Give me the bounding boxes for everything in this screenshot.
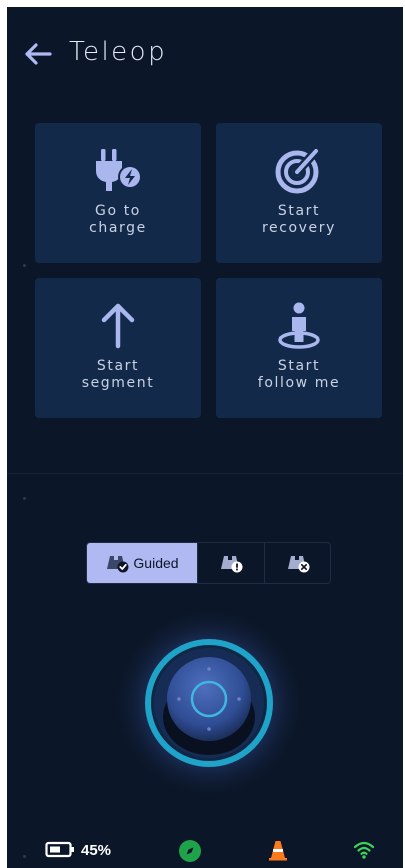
mode-guided-button[interactable]: Guided (87, 543, 198, 583)
teleop-screen: Teleop Go to charge Start recovery Start… (7, 7, 403, 868)
start-segment-button[interactable]: Start segment (35, 278, 201, 418)
mode-guided-label: Guided (133, 555, 179, 571)
plug-charge-icon (96, 149, 142, 191)
start-recovery-button[interactable]: Start recovery (216, 123, 382, 263)
mode-disabled-button[interactable] (265, 543, 330, 583)
start-follow-me-label: Start follow me (257, 358, 341, 391)
mode-selector: Guided (86, 542, 331, 584)
battery-status: 45% (45, 841, 111, 859)
decor-dot (23, 497, 26, 500)
decor-dot (23, 264, 26, 267)
page-title: Teleop (69, 37, 168, 67)
status-bar: 45% (7, 833, 403, 868)
binoculars-warning-icon (221, 556, 243, 573)
start-segment-label: Start segment (81, 358, 155, 391)
radar-icon (275, 146, 321, 194)
joystick-icon (112, 606, 306, 800)
joystick[interactable] (111, 605, 307, 801)
start-recovery-label: Start recovery (261, 203, 337, 236)
back-button[interactable] (21, 41, 55, 67)
wifi-icon[interactable] (353, 839, 375, 861)
arrow-left-icon (25, 43, 52, 65)
go-to-charge-button[interactable]: Go to charge (35, 123, 201, 263)
binoculars-check-icon (107, 556, 129, 573)
decor-dot (23, 855, 26, 858)
header: Teleop (7, 33, 403, 73)
start-follow-me-button[interactable]: Start follow me (216, 278, 382, 418)
go-to-charge-label: Go to charge (89, 203, 147, 236)
battery-percent: 45% (81, 841, 112, 859)
mode-warning-button[interactable] (198, 543, 265, 583)
arrow-up-icon (101, 303, 135, 349)
section-divider (7, 473, 403, 474)
traffic-cone-icon[interactable] (267, 839, 289, 861)
battery-icon (45, 841, 74, 858)
person-target-icon (278, 302, 320, 349)
compass-icon[interactable] (178, 839, 202, 863)
binoculars-x-icon (287, 556, 309, 573)
